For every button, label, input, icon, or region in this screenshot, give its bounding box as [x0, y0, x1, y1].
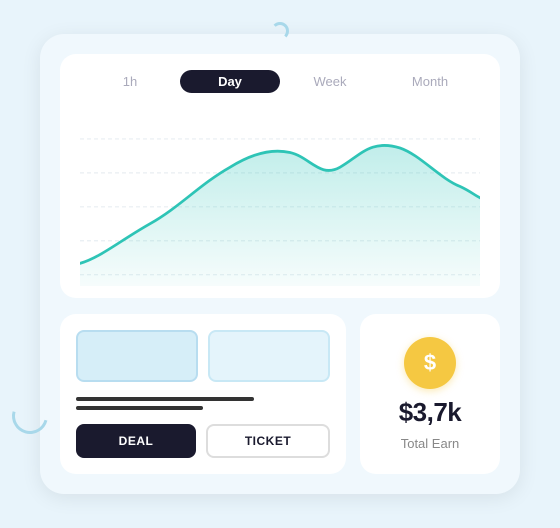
main-card: 1h Day Week Month [40, 34, 520, 494]
chart-tabs: 1h Day Week Month [80, 70, 480, 93]
text-line-1 [76, 397, 254, 401]
ticket-button[interactable]: TICKET [206, 424, 330, 458]
bottom-row: DEAL TICKET $ $3,7k Total Earn [60, 314, 500, 474]
earn-label: Total Earn [401, 436, 460, 451]
buttons-row: DEAL TICKET [76, 424, 330, 458]
tab-day[interactable]: Day [180, 70, 280, 93]
decorative-arc-left [5, 391, 54, 440]
text-line-2 [76, 406, 203, 410]
earn-card: $ $3,7k Total Earn [360, 314, 500, 474]
image-placeholder-2 [208, 330, 330, 382]
earn-amount: $3,7k [399, 397, 462, 428]
deal-button[interactable]: DEAL [76, 424, 196, 458]
chart-fill [80, 145, 480, 286]
chart-card: 1h Day Week Month [60, 54, 500, 298]
chart-svg [80, 105, 480, 286]
text-lines [76, 397, 330, 410]
image-placeholders [76, 330, 330, 382]
tab-week[interactable]: Week [280, 70, 380, 93]
chart-area [80, 105, 480, 286]
tab-1h[interactable]: 1h [80, 70, 180, 93]
image-placeholder-1 [76, 330, 198, 382]
dollar-icon: $ [404, 337, 456, 389]
tab-month[interactable]: Month [380, 70, 480, 93]
decorative-arc-top [271, 22, 289, 40]
info-card: DEAL TICKET [60, 314, 346, 474]
